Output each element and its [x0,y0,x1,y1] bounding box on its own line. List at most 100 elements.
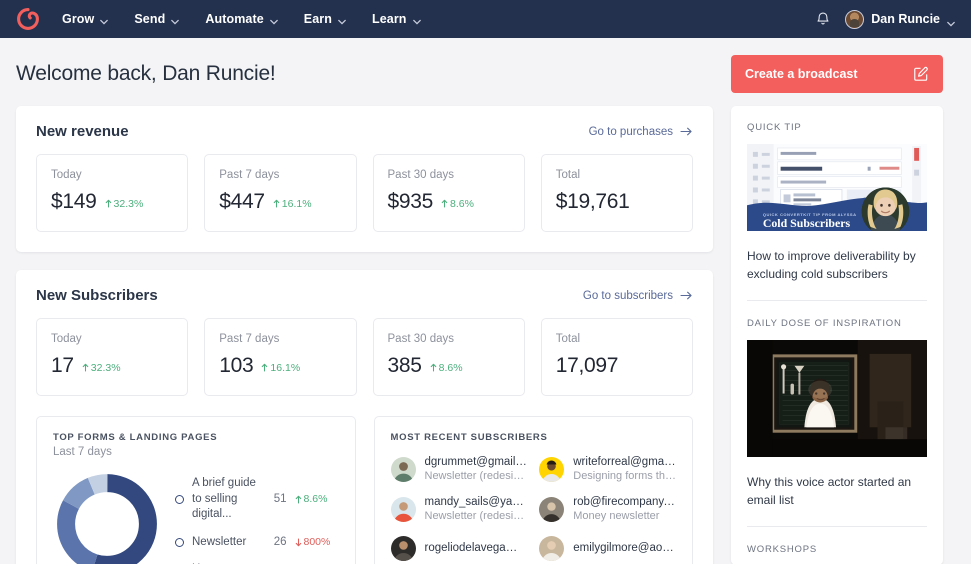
stat-label: Total [555,169,581,181]
go-to-purchases-link[interactable]: Go to purchases [589,126,693,138]
stat-delta: 16.1% [273,198,312,210]
list-item[interactable]: mandy_sails@yahoo.com Newsletter (redesi… [390,496,528,522]
sidebar-card: Quick tip [731,106,943,564]
stat-card: Today $149 32.3% [36,154,189,232]
stat-delta: 8.6% [430,362,463,374]
nav-item-learn-label: Learn [371,12,407,26]
insight-panels: Top forms & landing pages Last 7 days [16,416,713,564]
arrow-right-icon [680,126,693,137]
stat-label: Total [555,333,581,345]
quick-tip-kicker: Quick tip [747,122,802,133]
legend-delta: 800% [295,536,339,548]
stat-delta-label: 32.3% [90,361,121,374]
stat-card: Total $19,761 [540,154,693,232]
create-broadcast-label: Create a broadcast [745,67,858,81]
legend-label: Newsletter [192,535,247,548]
legend-item[interactable]: Newsletter 26 800% [175,535,339,551]
stat-card: Today 17 32.3% [36,318,189,396]
stat-value: 103 [219,354,254,377]
legend-marker-icon [175,494,184,504]
stat-value: 17 [51,354,74,377]
quick-tip-caption[interactable]: How to improve deliverability by excludi… [747,247,927,283]
list-item[interactable]: rob@firecompany.com Money newsletter [539,496,676,522]
convertkit-logo-icon[interactable] [16,7,40,31]
avatar [390,536,416,561]
avatar [539,456,565,482]
stat-value: 17,097 [555,354,619,377]
chevron-down-icon [171,15,180,25]
new-revenue-header: New revenue Go to purchases [16,106,713,140]
revenue-stat-row: Today $149 32.3% Past 7 days $447 16.1% … [16,140,713,252]
chevron-down-icon [100,15,109,25]
stat-value: $19,761 [555,190,630,213]
subscriber-email: dgrummet@gmail.com [424,456,528,468]
nav-item-earn[interactable]: Earn [304,12,346,26]
divider [747,526,927,527]
stat-delta-label: 16.1% [270,361,301,374]
top-forms-chart-area: A brief guide to selling digital... 51 8… [53,470,339,564]
stat-label: Past 7 days [219,169,280,181]
page-title: Welcome back, Dan Runcie! [16,62,276,85]
subscriber-email: emilygilmore@aol.com [573,541,676,554]
list-item[interactable]: dgrummet@gmail.com Newsletter (redesign) [390,456,528,482]
avatar [845,9,865,29]
subscriber-source: Newsletter (redesign) [424,470,528,482]
go-to-subscribers-link[interactable]: Go to subscribers [583,290,693,302]
navbar-right: Dan Runcie [815,9,955,29]
recent-subscribers-panel: Most recent subscribers dgrummet@gmail.c… [373,416,693,564]
svg-text:Cold Subscribers: Cold Subscribers [763,216,851,230]
legend-delta-label: 800% [303,536,331,549]
inspiration-caption[interactable]: Why this voice actor started an email li… [747,473,927,509]
main-column: Welcome back, Dan Runcie! New revenue Go… [16,38,713,564]
nav-item-grow[interactable]: Grow [62,12,109,26]
stat-label: Today [51,333,82,345]
user-name-label: Dan Runcie [871,12,940,26]
stat-value: $935 [387,190,434,213]
subscriber-email: rogeliodelavega@rogelio.com [424,541,528,554]
subscriber-source: Newsletter (redesign) [424,510,528,522]
primary-nav: Grow Send Automate Earn Learn [62,12,421,26]
new-subscribers-card: New Subscribers Go to subscribers Today … [16,270,713,564]
arrow-right-icon [680,290,693,301]
new-revenue-card: New revenue Go to purchases Today $149 3… [16,106,713,252]
compose-icon [913,66,929,82]
stat-delta-label: 16.1% [281,197,312,210]
new-revenue-title: New revenue [36,123,129,140]
user-menu[interactable]: Dan Runcie [845,9,955,29]
subscriber-source: Designing forms that c... [573,470,676,482]
avatar [539,496,565,522]
nav-item-automate[interactable]: Automate [205,12,278,26]
legend-marker-icon [175,537,184,547]
avatar [539,536,565,561]
nav-item-learn[interactable]: Learn [372,12,421,26]
stat-label: Past 30 days [387,169,454,181]
donut-chart [53,470,161,564]
list-item[interactable]: writeforreal@gmail.com Designing forms t… [539,456,676,482]
create-broadcast-button[interactable]: Create a broadcast [731,55,943,93]
top-navbar: Grow Send Automate Earn Learn Dan Runcie [0,0,971,38]
inspiration-thumbnail[interactable] [747,340,927,462]
subscribers-stat-row: Today 17 32.3% Past 7 days 103 16.1% Pas… [16,304,713,416]
stat-delta: 16.1% [261,362,300,374]
subscriber-source: Money newsletter [573,510,660,522]
legend-count: 51 [273,493,287,506]
nav-item-earn-label: Earn [303,12,332,26]
subscriber-email: writeforreal@gmail.com [573,456,676,468]
bell-icon[interactable] [815,11,831,28]
sidebar-column: Create a broadcast Quick tip [731,38,943,564]
workshops-kicker: Workshops [747,544,818,555]
quick-tip-thumbnail[interactable]: QUICK CONVERTKIT TIP FROM ALYSSA Cold Su… [747,144,927,236]
stat-value: $447 [219,190,265,213]
stat-delta-label: 8.6% [438,361,463,374]
list-item[interactable]: rogeliodelavega@rogelio.com [390,536,528,561]
legend-label: A brief guide to selling digital... [192,477,256,521]
stat-card: Past 7 days $447 16.1% [204,154,357,232]
legend-delta: 8.6% [295,493,339,505]
nav-item-send[interactable]: Send [134,12,180,26]
chevron-down-icon [412,15,421,25]
subscriber-email: mandy_sails@yahoo.com [424,496,528,508]
legend-item[interactable]: A brief guide to selling digital... 51 8… [175,476,339,523]
subscriber-email: rob@firecompany.com [573,496,676,508]
chevron-down-icon [269,15,278,25]
list-item[interactable]: emilygilmore@aol.com [539,536,676,561]
